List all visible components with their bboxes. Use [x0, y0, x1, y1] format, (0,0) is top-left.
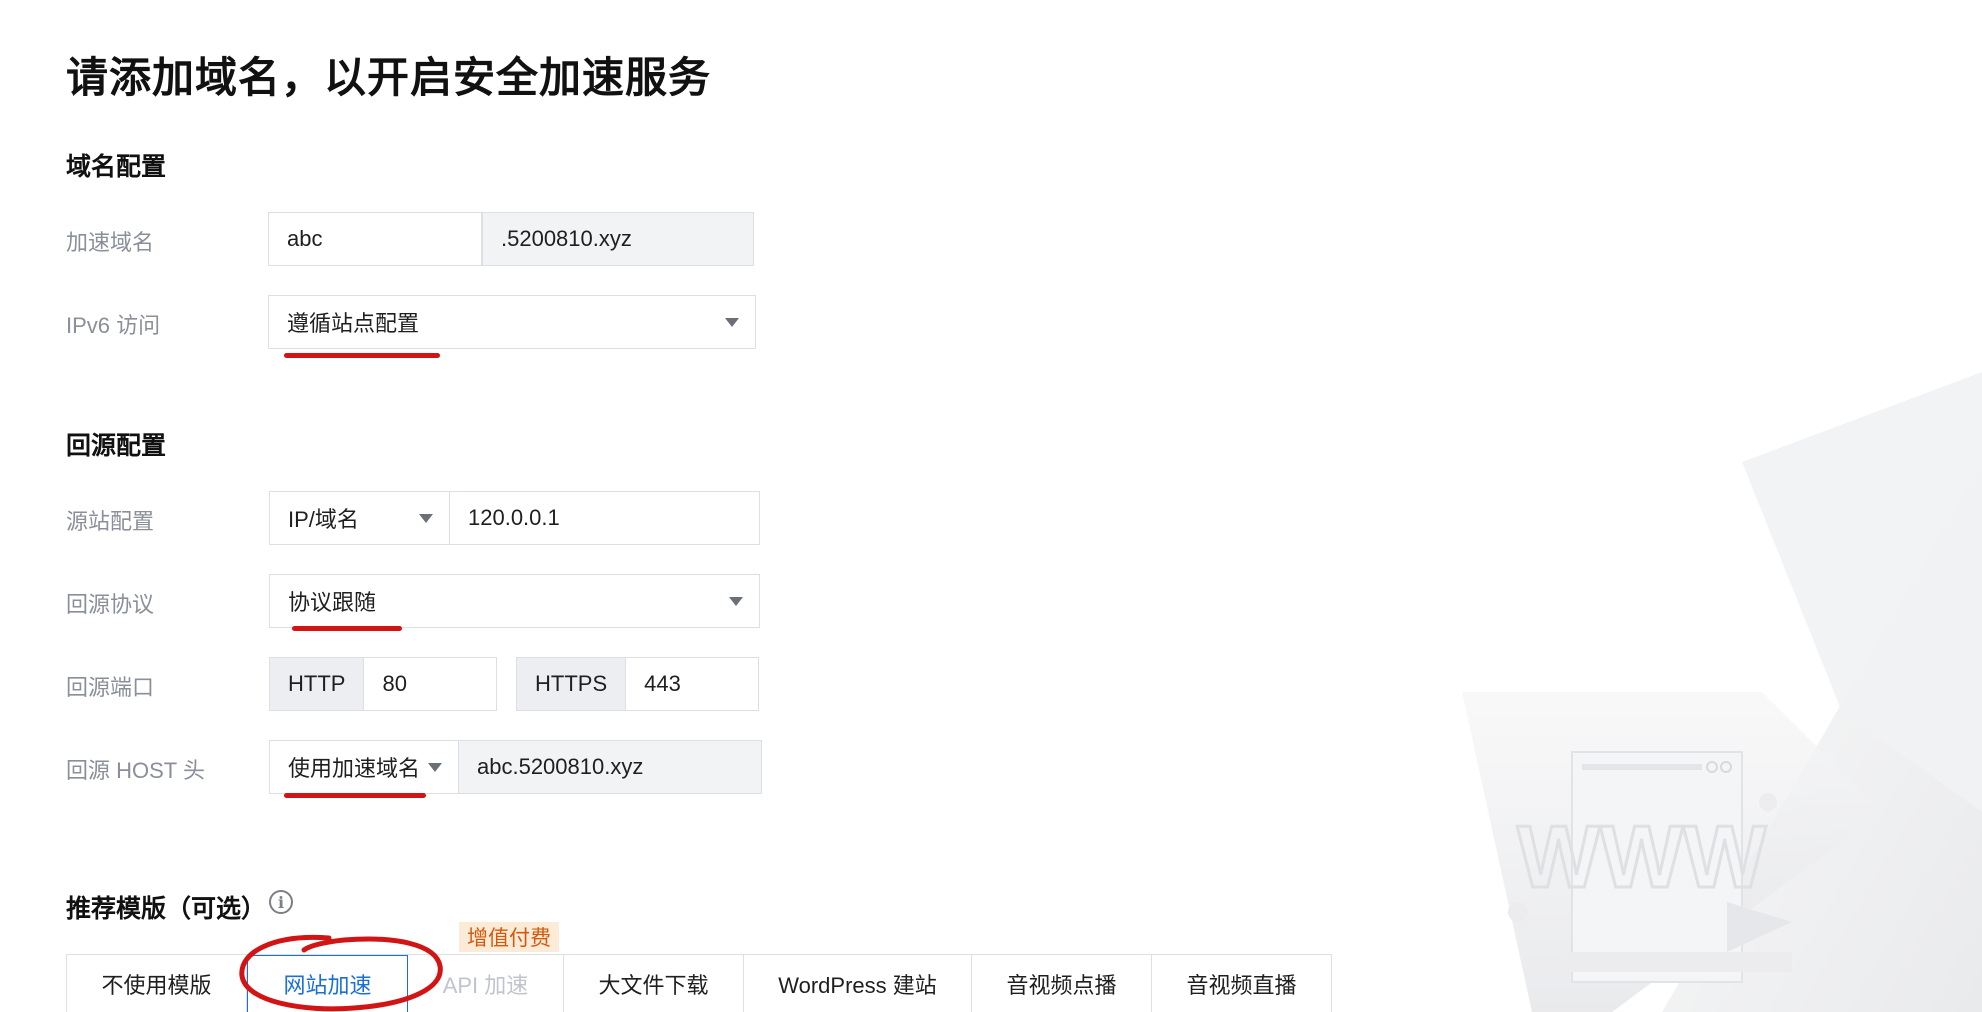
- red-annotation-underline: [292, 626, 402, 631]
- label-accel-domain: 加速域名: [66, 230, 155, 255]
- chevron-down-icon: [428, 763, 442, 772]
- host-mode-select[interactable]: 使用加速域名: [269, 740, 459, 794]
- http-addon: HTTP: [270, 658, 365, 710]
- label-host-header: 回源 HOST 头: [66, 758, 205, 783]
- red-annotation-underline: [284, 353, 440, 358]
- host-header-value-box: abc.5200810.xyz: [458, 740, 762, 794]
- chevron-down-icon: [729, 597, 743, 606]
- origin-type-selected: IP/域名: [288, 507, 359, 532]
- accel-domain-prefix-input[interactable]: abc: [268, 212, 482, 266]
- http-port-value: 80: [382, 671, 407, 696]
- www-illustration: WWW: [1462, 372, 1982, 1012]
- tab-wordpress[interactable]: WordPress 建站: [744, 955, 972, 1012]
- section-origin-config: 回源配置: [66, 432, 167, 460]
- section-domain-config: 域名配置: [66, 153, 167, 181]
- label-ipv6: IPv6 访问: [66, 313, 161, 338]
- tab-api-accel[interactable]: API 加速: [408, 955, 564, 1012]
- accel-domain-suffix-value: .5200810.xyz: [501, 226, 632, 251]
- illustration-text: WWW: [1517, 807, 1766, 906]
- template-tabs: 不使用模版 网站加速 API 加速 大文件下载 WordPress 建站 音视频…: [66, 954, 1332, 1012]
- red-annotation-underline: [284, 793, 426, 798]
- section-templates: 推荐模版（可选）: [66, 895, 267, 923]
- origin-address-value: 120.0.0.1: [468, 505, 560, 530]
- https-port-value: 443: [644, 671, 681, 696]
- accel-domain-suffix: .5200810.xyz: [482, 212, 754, 266]
- label-origin-site: 源站配置: [66, 509, 155, 534]
- ipv6-select[interactable]: 遵循站点配置: [268, 295, 756, 349]
- origin-protocol-selected: 协议跟随: [288, 590, 377, 615]
- tab-no-template[interactable]: 不使用模版: [67, 955, 247, 1012]
- origin-type-select[interactable]: IP/域名: [269, 491, 450, 545]
- tab-live[interactable]: 音视频直播: [1152, 955, 1331, 1012]
- host-header-value: abc.5200810.xyz: [477, 754, 644, 779]
- label-origin-port: 回源端口: [66, 675, 155, 700]
- info-icon[interactable]: i: [269, 890, 293, 914]
- chevron-down-icon: [725, 318, 739, 327]
- label-origin-protocol: 回源协议: [66, 592, 155, 617]
- paid-badge: 增值付费: [459, 922, 559, 952]
- tab-large-file-download[interactable]: 大文件下载: [564, 955, 744, 1012]
- origin-address-input[interactable]: 120.0.0.1: [449, 491, 760, 545]
- chevron-down-icon: [419, 514, 433, 523]
- https-port-input[interactable]: HTTPS 443: [516, 657, 759, 711]
- origin-protocol-select[interactable]: 协议跟随: [269, 574, 760, 628]
- host-mode-selected: 使用加速域名: [288, 756, 421, 781]
- http-port-input[interactable]: HTTP 80: [269, 657, 497, 711]
- https-addon: HTTPS: [517, 658, 627, 710]
- tab-website-accel[interactable]: 网站加速: [247, 955, 408, 1012]
- ipv6-selected-value: 遵循站点配置: [287, 311, 420, 336]
- page-title: 请添加域名，以开启安全加速服务: [66, 54, 712, 101]
- tab-vod[interactable]: 音视频点播: [972, 955, 1152, 1012]
- accel-domain-prefix-value: abc: [287, 226, 323, 251]
